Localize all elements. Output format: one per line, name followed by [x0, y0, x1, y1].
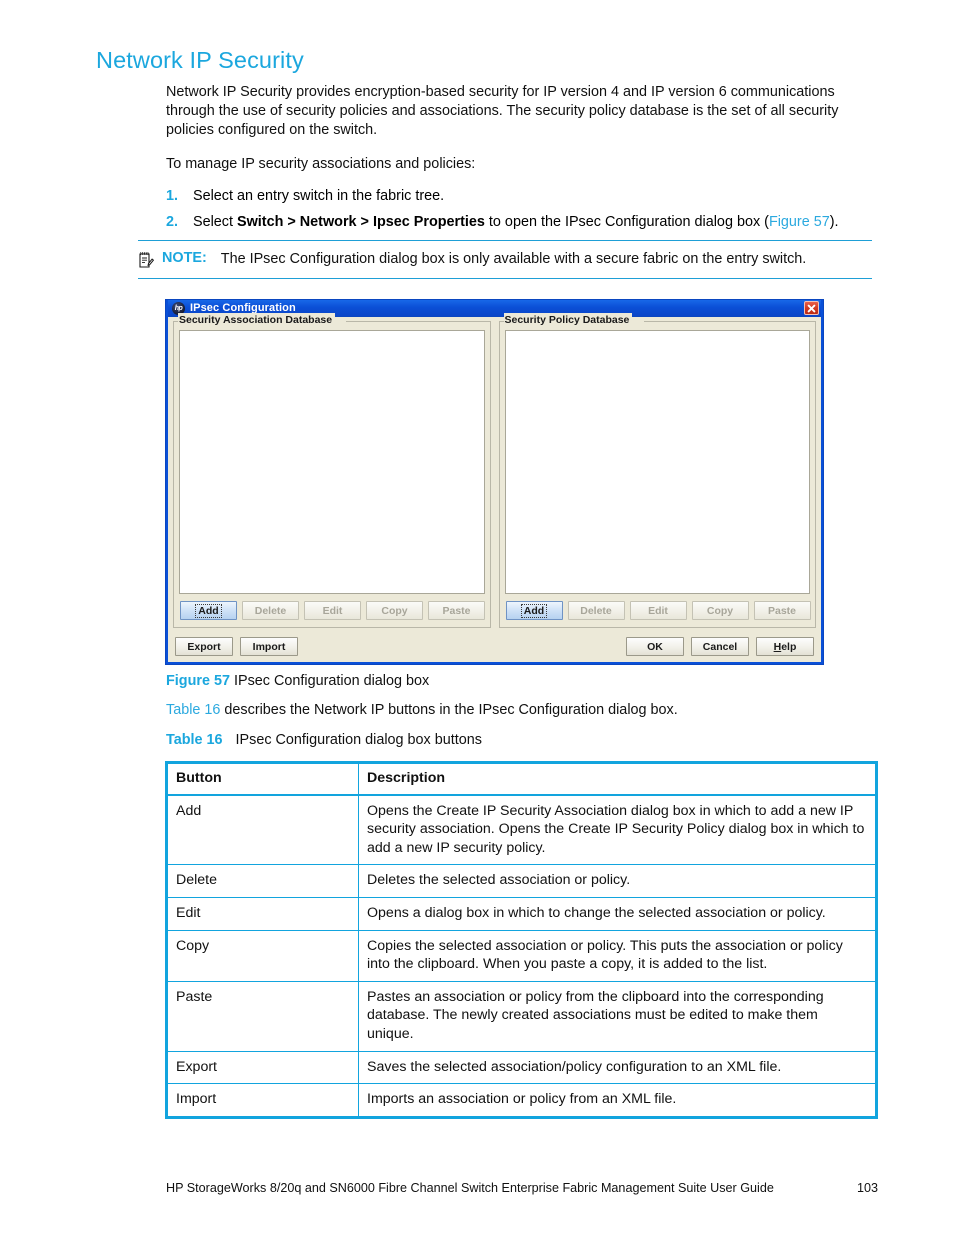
help-label-h: H	[773, 640, 782, 653]
table-body: Add Opens the Create IP Security Associa…	[166, 794, 877, 1118]
step-text-1: Select an entry switch in the fabric tre…	[193, 187, 445, 204]
step-text-2-prefix: Select	[193, 214, 237, 231]
dialog-footer: Export Import OK Cancel Help	[173, 637, 816, 657]
figure-caption: Figure 57 IPsec Configuration dialog box	[166, 672, 429, 690]
step-item-2: 2. Select Switch > Network > Ipsec Prope…	[166, 213, 872, 232]
intro-paragraph: Network IP Security provides encryption-…	[166, 84, 839, 139]
groupbox-top-line	[346, 321, 490, 322]
table-row: Import Imports an association or policy …	[166, 1083, 877, 1118]
help-label-rest: elp	[781, 640, 797, 653]
sp-copy-button: Copy	[691, 601, 749, 620]
groupbox-top-line	[643, 321, 815, 322]
footer-document-title: HP StorageWorks 8/20q and SN6000 Fibre C…	[166, 1181, 774, 1195]
table-intro-text: describes the Network IP buttons in the …	[220, 702, 678, 718]
security-policy-button-row: Add Delete Edit Copy Paste	[505, 601, 811, 620]
dialog-footer-right: OK Cancel Help	[626, 637, 814, 656]
column-header-button: Button	[166, 762, 359, 796]
table-caption: Table 16 IPsec Configuration dialog box …	[166, 731, 482, 749]
import-button[interactable]: Import	[240, 637, 298, 656]
ok-button[interactable]: OK	[626, 637, 684, 656]
figure-label: Figure 57	[166, 673, 230, 689]
table-row: Copy Copies the selected association or …	[166, 930, 877, 982]
security-policy-database-panel: Security Policy Database Add Delete Edit…	[498, 313, 816, 628]
cell-button-name: Import	[166, 1083, 359, 1118]
cell-button-name: Copy	[166, 930, 359, 982]
dialog-footer-left: Export Import	[175, 637, 298, 656]
cell-description: Pastes an association or policy from the…	[358, 981, 877, 1052]
note-text: The IPsec Configuration dialog box is on…	[220, 251, 807, 267]
cell-button-name: Edit	[166, 897, 359, 931]
note-body: NOTE: The IPsec Configuration dialog box…	[138, 241, 872, 278]
note-bottom-rule	[138, 278, 872, 279]
cell-description: Saves the selected association/policy co…	[358, 1051, 877, 1085]
step-number-2: 2.	[166, 214, 179, 231]
sp-delete-button: Delete	[567, 601, 625, 620]
cell-button-name: Paste	[166, 981, 359, 1052]
sa-delete-button: Delete	[242, 601, 299, 620]
table-row: Add Opens the Create IP Security Associa…	[166, 794, 877, 866]
ipsec-configuration-dialog: hp IPsec Configuration Security Associat…	[166, 300, 823, 664]
table-cross-reference[interactable]: Table 16	[166, 702, 220, 718]
cancel-button[interactable]: Cancel	[691, 637, 749, 656]
cell-description: Opens the Create IP Security Association…	[358, 794, 877, 866]
table-head: Button Description	[166, 762, 877, 796]
step-text-2-middle: to open the IPsec Configuration dialog b…	[484, 214, 769, 231]
table-row: Export Saves the selected association/po…	[166, 1051, 877, 1085]
sp-add-button[interactable]: Add	[505, 601, 563, 620]
sa-add-label: Add	[195, 603, 222, 618]
note-label: NOTE:	[162, 250, 207, 266]
export-button[interactable]: Export	[175, 637, 233, 656]
step-item-1: 1. Select an entry switch in the fabric …	[166, 187, 872, 206]
security-association-database-title: Security Association Database	[178, 313, 336, 327]
body-content: Network IP Security provides encryption-…	[166, 83, 872, 239]
column-header-description: Description	[358, 762, 877, 796]
close-x-glyph	[807, 304, 816, 312]
table-intro: Table 16 describes the Network IP button…	[166, 701, 678, 719]
security-policy-list[interactable]	[504, 330, 810, 594]
security-association-list[interactable]	[179, 330, 485, 594]
database-panels: Security Association Database Add Delete…	[173, 313, 816, 628]
page-footer: HP StorageWorks 8/20q and SN6000 Fibre C…	[166, 1181, 878, 1195]
footer-page-number: 103	[856, 1181, 878, 1195]
close-icon[interactable]	[804, 301, 819, 315]
sp-paste-button: Paste	[753, 601, 811, 620]
sp-add-label: Add	[520, 603, 548, 618]
sa-paste-button: Paste	[428, 601, 485, 620]
page-title: Network IP Security	[96, 47, 304, 73]
sa-edit-button: Edit	[304, 601, 361, 620]
cell-description: Imports an association or policy from an…	[367, 1091, 677, 1108]
button-description-table: Button Description Add Opens the Create …	[165, 761, 878, 1119]
step-number-1: 1.	[166, 187, 179, 204]
cell-description: Copies the selected association or polic…	[358, 930, 877, 982]
sp-edit-button: Edit	[629, 601, 687, 620]
table-row: Edit Opens a dialog box in which to chan…	[166, 897, 877, 931]
note-admonition: NOTE: The IPsec Configuration dialog box…	[138, 240, 872, 279]
step-text-2-suffix: ).	[829, 214, 839, 231]
security-policy-database-title: Security Policy Database	[503, 313, 633, 327]
cell-button-name: Add	[166, 794, 359, 866]
table-row: Paste Pastes an association or policy fr…	[166, 981, 877, 1052]
note-pad-icon	[138, 251, 155, 269]
lead-in-paragraph: To manage IP security associations and p…	[166, 155, 476, 172]
help-button[interactable]: Help	[756, 637, 814, 656]
security-association-database-panel: Security Association Database Add Delete…	[173, 313, 491, 628]
sa-copy-button: Copy	[366, 601, 423, 620]
cell-description: Opens a dialog box in which to change th…	[358, 897, 877, 931]
figure-caption-text: IPsec Configuration dialog box	[233, 673, 430, 689]
dialog-body: Security Association Database Add Delete…	[168, 313, 821, 662]
procedure-steps: 1. Select an entry switch in the fabric …	[166, 187, 872, 232]
security-association-button-row: Add Delete Edit Copy Paste	[179, 601, 485, 620]
menu-path-bold: Switch > Network > Ipsec Properties	[237, 214, 485, 231]
sa-add-button[interactable]: Add	[180, 601, 237, 620]
table-row: Delete Deletes the selected association …	[166, 864, 877, 898]
table-header-row: Button Description	[166, 762, 877, 796]
table-label: Table 16	[166, 732, 223, 748]
figure-cross-reference[interactable]: Figure 57	[769, 214, 830, 230]
table-caption-text: IPsec Configuration dialog box buttons	[235, 732, 482, 748]
hp-logo-text: hp	[174, 304, 183, 312]
cell-description: Deletes the selected association or poli…	[358, 864, 877, 898]
cell-button-name: Delete	[166, 864, 359, 898]
cell-button-name: Export	[166, 1051, 359, 1085]
